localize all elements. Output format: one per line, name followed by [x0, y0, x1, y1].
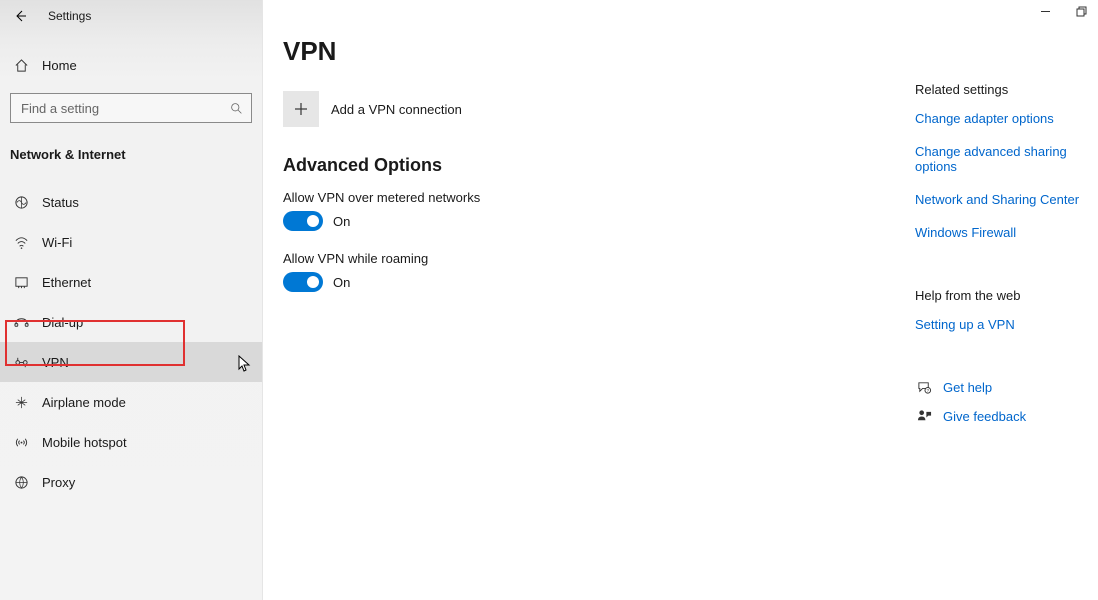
- sidebar-item-hotspot[interactable]: Mobile hotspot: [0, 422, 262, 462]
- right-pane: Related settings Change adapter options …: [915, 82, 1095, 438]
- minimize-button[interactable]: [1038, 4, 1052, 18]
- give-feedback-row[interactable]: Give feedback: [915, 409, 1095, 424]
- toggle-knob: [307, 215, 319, 227]
- sidebar-item-wifi[interactable]: Wi-Fi: [0, 222, 262, 262]
- sidebar-item-label: Status: [42, 195, 79, 210]
- sidebar-item-label: Wi-Fi: [42, 235, 72, 250]
- proxy-icon: [12, 475, 30, 490]
- chat-icon: ?: [915, 380, 933, 395]
- toggle-knob: [307, 276, 319, 288]
- ethernet-icon: [12, 275, 30, 290]
- svg-text:?: ?: [926, 388, 929, 393]
- sidebar-header: Settings: [0, 0, 262, 36]
- sidebar-item-status[interactable]: Status: [0, 182, 262, 222]
- sidebar: Settings Home Network & Internet Status: [0, 0, 263, 600]
- firewall-link[interactable]: Windows Firewall: [915, 225, 1095, 240]
- feedback-icon: [915, 409, 933, 424]
- sidebar-item-dialup[interactable]: Dial-up: [0, 302, 262, 342]
- page-title: VPN: [283, 36, 1098, 67]
- change-adapter-link[interactable]: Change adapter options: [915, 111, 1095, 126]
- search-box[interactable]: [10, 93, 252, 123]
- network-center-link[interactable]: Network and Sharing Center: [915, 192, 1095, 207]
- roaming-toggle[interactable]: [283, 272, 323, 292]
- plus-icon: [283, 91, 319, 127]
- maximize-button[interactable]: [1074, 4, 1088, 18]
- vpn-icon: [12, 355, 30, 370]
- window-title: Settings: [48, 9, 91, 23]
- sidebar-item-vpn[interactable]: VPN: [0, 342, 262, 382]
- give-feedback-label: Give feedback: [943, 409, 1026, 424]
- sidebar-category: Network & Internet: [0, 133, 262, 176]
- sidebar-nav: Status Wi-Fi Ethernet Dial-up: [0, 182, 262, 502]
- sidebar-item-label: Mobile hotspot: [42, 435, 127, 450]
- add-vpn-label: Add a VPN connection: [331, 102, 462, 117]
- setting-up-vpn-link[interactable]: Setting up a VPN: [915, 317, 1095, 332]
- hotspot-icon: [12, 435, 30, 450]
- dialup-icon: [12, 315, 30, 330]
- sidebar-item-ethernet[interactable]: Ethernet: [0, 262, 262, 302]
- help-heading: Help from the web: [915, 288, 1095, 303]
- sidebar-item-label: VPN: [42, 355, 69, 370]
- sidebar-item-label: Dial-up: [42, 315, 83, 330]
- get-help-row[interactable]: ? Get help: [915, 380, 1095, 395]
- sidebar-item-label: Ethernet: [42, 275, 91, 290]
- back-arrow-icon: [13, 9, 27, 23]
- window-controls: [1038, 4, 1088, 18]
- change-sharing-link[interactable]: Change advanced sharing options: [915, 144, 1095, 174]
- get-help-label: Get help: [943, 380, 992, 395]
- sidebar-item-label: Airplane mode: [42, 395, 126, 410]
- sidebar-item-proxy[interactable]: Proxy: [0, 462, 262, 502]
- wifi-icon: [12, 235, 30, 250]
- roaming-state: On: [333, 275, 350, 290]
- sidebar-home[interactable]: Home: [0, 48, 262, 83]
- search-icon: [230, 102, 243, 115]
- search-input[interactable]: [19, 100, 199, 117]
- sidebar-home-label: Home: [42, 58, 77, 73]
- related-settings-heading: Related settings: [915, 82, 1095, 97]
- airplane-icon: [12, 395, 30, 410]
- sidebar-item-airplane[interactable]: Airplane mode: [0, 382, 262, 422]
- metered-networks-toggle[interactable]: [283, 211, 323, 231]
- home-icon: [12, 58, 30, 73]
- metered-networks-state: On: [333, 214, 350, 229]
- back-button[interactable]: [10, 6, 30, 26]
- sidebar-item-label: Proxy: [42, 475, 75, 490]
- status-icon: [12, 195, 30, 210]
- settings-app: Settings Home Network & Internet Status: [0, 0, 1098, 600]
